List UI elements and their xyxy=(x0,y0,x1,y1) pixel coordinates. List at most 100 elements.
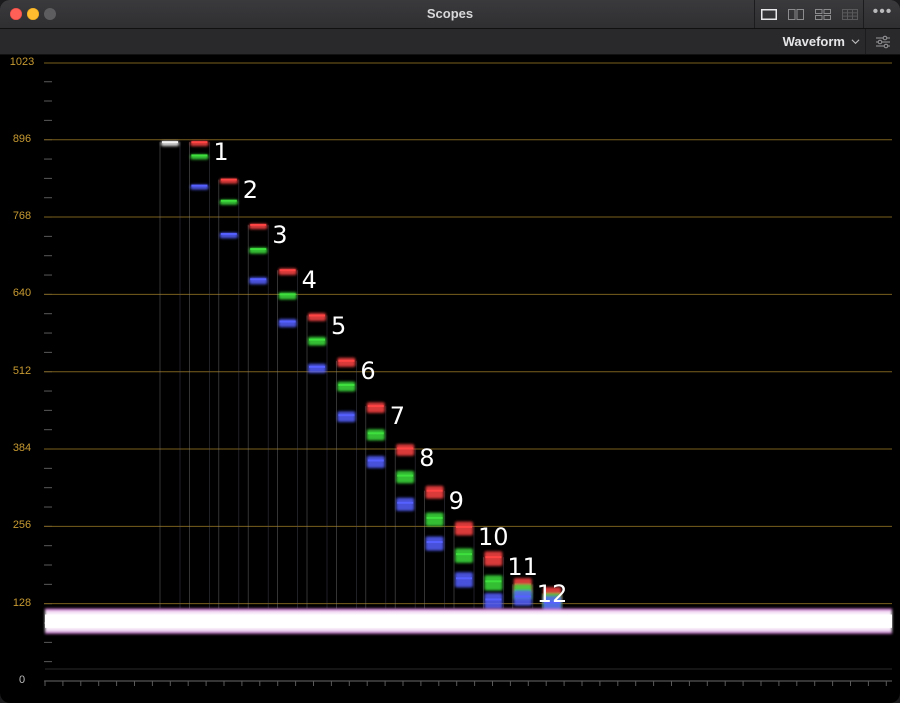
swatch-number-label: 9 xyxy=(448,486,464,515)
scope-toolbar: Waveform xyxy=(0,29,900,55)
waveform-scope[interactable]: 1023 896 768 640 512 384 256 128 0 1 2 3 4 5 6 7 8 9 10 11… xyxy=(0,55,900,703)
trace-core xyxy=(338,359,355,362)
trace-core xyxy=(220,199,237,202)
trace-band xyxy=(308,336,326,346)
grid-view-icon xyxy=(842,8,859,20)
dual-view-icon xyxy=(787,8,804,20)
trace-band xyxy=(484,593,503,609)
waveform-step xyxy=(483,551,504,609)
swatch-number-label: 6 xyxy=(360,356,376,385)
quad-view-button[interactable] xyxy=(814,8,832,20)
waveform-step xyxy=(453,521,475,609)
trace-core xyxy=(309,338,325,341)
ellipsis-icon: ••• xyxy=(872,3,893,20)
trace-core xyxy=(397,447,414,450)
swatch-number-label: 12 xyxy=(536,580,568,609)
trace-core xyxy=(191,184,208,187)
scopes-window: Scopes ••• Waveform 1023 896 768 640 512… xyxy=(0,0,900,703)
scope-mode-dropdown[interactable]: Waveform xyxy=(783,32,860,51)
axis-tick-label: 512 xyxy=(12,364,32,377)
trace-core xyxy=(456,577,472,580)
trace-core xyxy=(250,223,267,226)
waveform-step xyxy=(306,313,328,609)
trace-core xyxy=(426,516,443,519)
trace-band xyxy=(484,575,503,591)
trace-band xyxy=(425,536,444,551)
trace-core xyxy=(162,141,178,144)
sliders-icon xyxy=(876,35,890,48)
waveform-step xyxy=(365,402,387,609)
trace-core xyxy=(220,232,237,235)
dual-view-button[interactable] xyxy=(787,8,805,20)
swatch-number-label: 8 xyxy=(419,444,435,473)
swatch-number-label: 5 xyxy=(331,311,347,340)
waveform-step xyxy=(424,485,445,609)
trace-band xyxy=(337,381,356,392)
trace-core xyxy=(514,595,531,598)
waveform-step xyxy=(277,268,298,609)
trace-core xyxy=(426,489,443,492)
trace-band xyxy=(455,548,473,563)
trace-core xyxy=(397,501,414,504)
trace-core xyxy=(485,598,502,601)
swatch-number-label: 10 xyxy=(478,522,509,551)
black-level-core xyxy=(45,614,892,628)
axis-tick-label: 0 xyxy=(18,674,26,686)
trace-band xyxy=(337,357,356,367)
trace-core xyxy=(250,278,267,281)
trace-band xyxy=(455,572,473,588)
waveform-step xyxy=(159,141,181,609)
trace-core xyxy=(367,432,384,435)
trace-band xyxy=(278,292,297,300)
trace-band xyxy=(366,429,385,441)
trace-band xyxy=(396,470,415,484)
trace-band xyxy=(308,363,326,374)
trace-band xyxy=(396,497,415,511)
trace-core xyxy=(191,154,208,157)
trace-band xyxy=(278,319,297,328)
waveform-canvas xyxy=(44,62,892,686)
axis-tick-label: 128 xyxy=(12,596,32,609)
axis-tick-label: 1023 xyxy=(9,56,35,68)
trace-core xyxy=(367,405,384,408)
trace-core xyxy=(338,383,355,386)
swatch-number-label: 3 xyxy=(272,220,288,249)
chevron-down-icon xyxy=(851,39,860,45)
trace-band xyxy=(484,551,503,566)
waveform-step xyxy=(512,578,534,609)
trace-core xyxy=(397,474,414,477)
trace-core xyxy=(456,553,472,556)
trace-band xyxy=(366,402,385,413)
trace-band xyxy=(425,512,444,527)
waveform-step xyxy=(218,178,240,609)
trace-band xyxy=(396,444,415,456)
trace-core xyxy=(367,459,384,462)
waveform-step xyxy=(189,141,210,609)
swatch-number-label: 2 xyxy=(242,175,259,204)
axis-tick-label: 384 xyxy=(12,442,32,455)
scope-settings-button[interactable] xyxy=(865,29,900,54)
trace-core xyxy=(279,269,296,272)
trace-band xyxy=(308,313,326,321)
title-bar: Scopes ••• xyxy=(0,0,900,29)
trace-band xyxy=(455,521,473,536)
trace-core xyxy=(279,293,296,296)
axis-tick-label: 896 xyxy=(12,132,32,145)
trace-core xyxy=(485,580,502,583)
trace-core xyxy=(220,178,237,181)
more-options-button[interactable]: ••• xyxy=(863,0,900,28)
quad-view-icon xyxy=(815,8,832,20)
swatch-number-label: 11 xyxy=(507,553,538,582)
trace-band xyxy=(337,411,356,423)
swatch-number-label: 1 xyxy=(213,138,229,167)
trace-band xyxy=(425,485,444,499)
single-view-button[interactable] xyxy=(760,8,778,20)
scope-mode-label: Waveform xyxy=(782,34,845,49)
trace-band xyxy=(366,456,385,468)
trace-core xyxy=(279,320,296,323)
trace-core xyxy=(191,141,208,144)
grid-view-button[interactable] xyxy=(841,8,859,20)
trace-core xyxy=(309,365,325,368)
single-view-icon xyxy=(760,8,777,20)
swatch-number-label: 7 xyxy=(389,402,406,431)
